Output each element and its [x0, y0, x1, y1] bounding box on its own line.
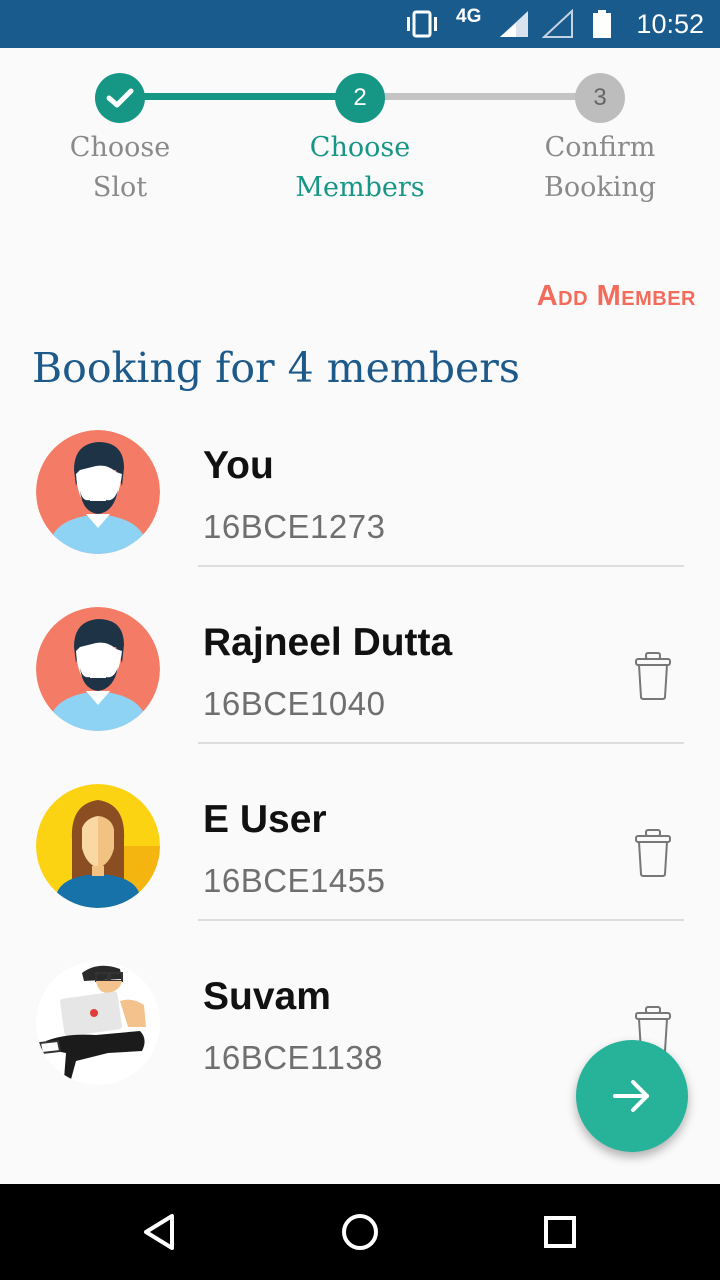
member-name: Suvam: [203, 975, 331, 1018]
signal-icon: [498, 0, 530, 48]
step-connector-completed: [120, 93, 360, 100]
member-row[interactable]: You 16BCE1273: [0, 430, 720, 607]
divider: [198, 565, 684, 567]
booking-title: Booking for 4 members: [32, 344, 520, 392]
member-name: Rajneel Dutta: [203, 621, 453, 664]
member-row[interactable]: Rajneel Dutta 16BCE1040: [0, 607, 720, 784]
divider: [198, 742, 684, 744]
step-connector-pending: [360, 93, 600, 100]
delete-member-trash-icon[interactable]: [632, 828, 674, 878]
member-row[interactable]: E User 16BCE1455: [0, 784, 720, 961]
back-icon[interactable]: [136, 1208, 184, 1256]
member-name: You: [203, 444, 274, 487]
step-2-number[interactable]: 2: [335, 73, 385, 123]
status-bar: 4G 10:52: [0, 0, 720, 48]
signal-empty-icon: [542, 0, 574, 48]
next-button[interactable]: [576, 1040, 688, 1152]
delete-member-trash-icon[interactable]: [632, 651, 674, 701]
recents-icon[interactable]: [536, 1208, 584, 1256]
female-avatar-icon: [36, 784, 160, 908]
step-2-label: Choose Members: [295, 132, 425, 203]
arrow-right-icon: [613, 1080, 649, 1112]
male-avatar-icon: [36, 607, 160, 731]
vibrate-icon: [404, 0, 440, 48]
step-3-number[interactable]: 3: [575, 73, 625, 123]
step-3-label: Confirm Booking: [543, 132, 657, 203]
network-type: 4G: [456, 6, 482, 27]
member-id: 16BCE1273: [203, 508, 386, 545]
male-avatar-icon: [36, 430, 160, 554]
step-1-check-icon[interactable]: [95, 73, 145, 123]
member-name: E User: [203, 798, 327, 841]
battery-icon: [592, 0, 612, 48]
step-1-label: Choose Slot: [69, 132, 171, 203]
home-icon[interactable]: [336, 1208, 384, 1256]
divider: [198, 919, 684, 921]
member-id: 16BCE1455: [203, 862, 386, 899]
member-id: 16BCE1138: [203, 1039, 384, 1076]
laptop-user-avatar-icon: [36, 961, 160, 1085]
member-id: 16BCE1040: [203, 685, 386, 722]
add-member-button[interactable]: Add Member: [537, 280, 696, 313]
navigation-bar: [0, 1184, 720, 1280]
clock: 10:52: [636, 9, 704, 39]
booking-stepper: 2 3 Choose Slot Choose Members Confirm Book…: [0, 48, 720, 228]
